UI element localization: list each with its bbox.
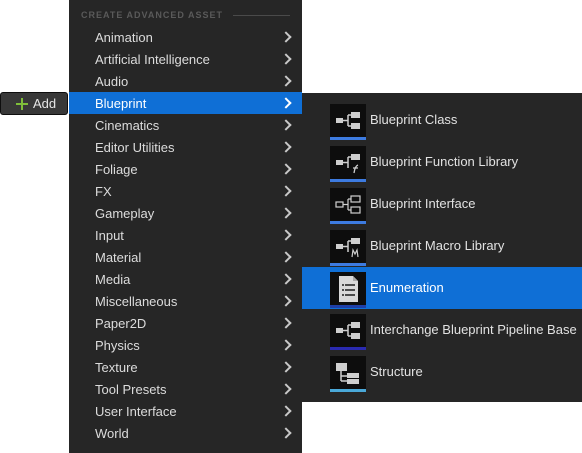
submenu-item-label: Blueprint Interface	[370, 196, 476, 211]
submenu-item-blueprint-function-library[interactable]: Blueprint Function Library	[302, 141, 582, 183]
chevron-right-icon	[280, 53, 292, 65]
menu-item-label: Gameplay	[95, 205, 155, 221]
menu-item-audio[interactable]: Audio	[69, 70, 302, 92]
menu-item-label: Audio	[95, 73, 129, 89]
menu-item-cinematics[interactable]: Cinematics	[69, 114, 302, 136]
menu-item-label: Cinematics	[95, 117, 160, 133]
blueprint-macro-library-icon	[330, 230, 366, 266]
menu-item-label: World	[95, 425, 129, 441]
menu-item-label: Animation	[95, 29, 153, 45]
menu-item-foliage[interactable]: Foliage	[69, 158, 302, 180]
menu-item-label: Foliage	[95, 161, 138, 177]
chevron-right-icon	[280, 339, 292, 351]
blueprint-function-library-icon	[330, 146, 366, 182]
chevron-right-icon	[280, 383, 292, 395]
category-list: Animation Artificial Intelligence Audio …	[69, 26, 302, 444]
menu-item-label: Paper2D	[95, 315, 147, 331]
chevron-right-icon	[280, 31, 292, 43]
menu-item-label: User Interface	[95, 403, 177, 419]
chevron-right-icon	[280, 427, 292, 439]
chevron-right-icon	[280, 361, 292, 373]
submenu-item-label: Blueprint Macro Library	[370, 238, 505, 253]
header-divider	[233, 14, 290, 16]
submenu-item-label: Blueprint Class	[370, 112, 458, 127]
submenu-item-label: Structure	[370, 364, 423, 379]
menu-item-gameplay[interactable]: Gameplay	[69, 202, 302, 224]
chevron-right-icon	[280, 119, 292, 131]
chevron-right-icon	[280, 229, 292, 241]
menu-item-label: Media	[95, 271, 131, 287]
add-button-label: Add	[33, 96, 57, 111]
chevron-right-icon	[280, 405, 292, 417]
menu-item-editor-utilities[interactable]: Editor Utilities	[69, 136, 302, 158]
menu-item-label: Artificial Intelligence	[95, 51, 210, 67]
enumeration-icon	[330, 272, 366, 308]
menu-item-world[interactable]: World	[69, 422, 302, 444]
submenu-item-interchange-blueprint-pipeline-base[interactable]: Interchange Blueprint Pipeline Base	[302, 309, 582, 351]
menu-item-label: Editor Utilities	[95, 139, 175, 155]
create-asset-menu: CREATE ADVANCED ASSET Animation Artifici…	[69, 0, 302, 453]
section-header: CREATE ADVANCED ASSET	[81, 10, 290, 20]
submenu-item-label: Enumeration	[370, 280, 444, 295]
submenu-item-blueprint-class[interactable]: Blueprint Class	[302, 99, 582, 141]
submenu-item-label: Blueprint Function Library	[370, 154, 519, 169]
blueprint-submenu: Blueprint Class Blueprint Function Libra…	[302, 93, 582, 402]
menu-item-label: FX	[95, 183, 112, 199]
menu-item-label: Material	[95, 249, 142, 265]
menu-item-label: Input	[95, 227, 124, 243]
chevron-right-icon	[280, 185, 292, 197]
section-header-label: CREATE ADVANCED ASSET	[81, 10, 224, 20]
chevron-right-icon	[280, 251, 292, 263]
submenu-item-blueprint-macro-library[interactable]: Blueprint Macro Library	[302, 225, 582, 267]
chevron-right-icon	[280, 75, 292, 87]
chevron-right-icon	[280, 317, 292, 329]
menu-item-physics[interactable]: Physics	[69, 334, 302, 356]
plus-icon	[16, 97, 28, 110]
structure-icon	[330, 356, 366, 392]
chevron-right-icon	[280, 207, 292, 219]
menu-item-label: Physics	[95, 337, 140, 353]
menu-item-label: Miscellaneous	[95, 293, 178, 309]
chevron-right-icon	[280, 273, 292, 285]
menu-item-blueprint[interactable]: Blueprint	[69, 92, 302, 114]
menu-item-fx[interactable]: FX	[69, 180, 302, 202]
menu-item-media[interactable]: Media	[69, 268, 302, 290]
submenu-item-blueprint-interface[interactable]: Blueprint Interface	[302, 183, 582, 225]
interchange-pipeline-icon	[330, 314, 366, 350]
menu-item-texture[interactable]: Texture	[69, 356, 302, 378]
menu-item-material[interactable]: Material	[69, 246, 302, 268]
menu-item-label: Texture	[95, 359, 138, 375]
menu-item-paper2d[interactable]: Paper2D	[69, 312, 302, 334]
menu-item-label: Blueprint	[95, 95, 147, 111]
menu-item-user-interface[interactable]: User Interface	[69, 400, 302, 422]
submenu-item-structure[interactable]: Structure	[302, 351, 582, 393]
chevron-right-icon	[280, 295, 292, 307]
menu-item-artificial-intelligence[interactable]: Artificial Intelligence	[69, 48, 302, 70]
menu-item-tool-presets[interactable]: Tool Presets	[69, 378, 302, 400]
blueprint-interface-icon	[330, 188, 366, 224]
menu-item-miscellaneous[interactable]: Miscellaneous	[69, 290, 302, 312]
chevron-right-icon	[280, 141, 292, 153]
menu-item-input[interactable]: Input	[69, 224, 302, 246]
menu-item-animation[interactable]: Animation	[69, 26, 302, 48]
submenu-item-enumeration[interactable]: Enumeration	[302, 267, 582, 309]
menu-item-label: Tool Presets	[95, 381, 167, 397]
chevron-right-icon	[280, 163, 292, 175]
blueprint-class-icon	[330, 104, 366, 140]
chevron-right-icon	[280, 97, 292, 109]
add-button[interactable]: Add	[0, 92, 68, 115]
submenu-item-label: Interchange Blueprint Pipeline Base	[370, 322, 577, 337]
